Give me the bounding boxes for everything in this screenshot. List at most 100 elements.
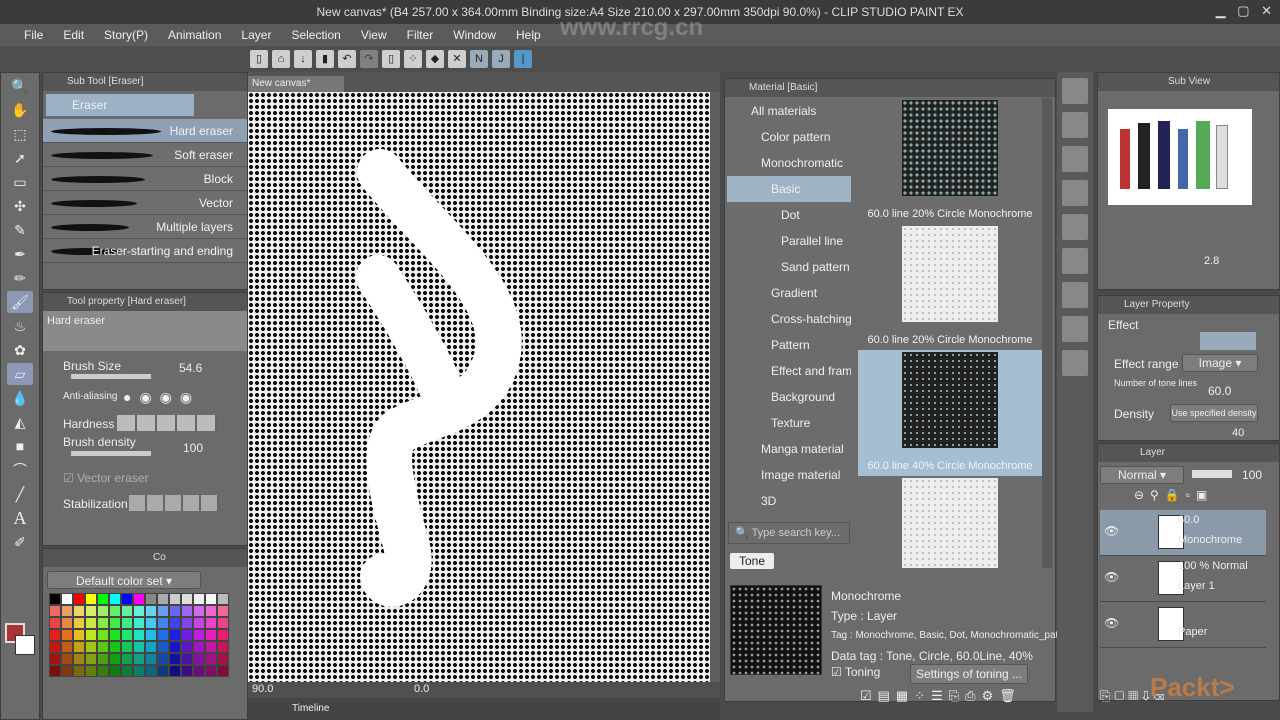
color-swatch[interactable] — [193, 605, 205, 617]
vector-eraser-label[interactable]: Vector eraser — [77, 471, 148, 485]
color-swatch[interactable] — [133, 665, 145, 677]
auto-select-icon[interactable]: ✣ — [7, 195, 33, 217]
color-swatch[interactable] — [133, 605, 145, 617]
color-swatch[interactable] — [109, 653, 121, 665]
sub-tool-item[interactable]: Soft eraser — [43, 143, 247, 167]
ruler-panel-icon[interactable] — [1062, 146, 1088, 172]
color-swatch[interactable] — [133, 617, 145, 629]
layer-row[interactable]: 👁 100 % Normal Layer 1 — [1100, 556, 1266, 602]
material-tree-item[interactable]: Monochromatic — [727, 150, 851, 176]
material-item[interactable] — [858, 476, 1042, 568]
hand-tool-icon[interactable]: ✋ — [7, 99, 33, 121]
undo-icon[interactable]: ↶ — [338, 50, 356, 68]
brush-density-value[interactable]: 100 — [183, 441, 203, 455]
fill-tool-icon[interactable]: ◭ — [7, 411, 33, 433]
sub-tool-item[interactable]: Multiple layers — [43, 215, 247, 239]
color-swatch[interactable] — [145, 617, 157, 629]
color-swatch[interactable] — [145, 629, 157, 641]
color-swatch[interactable] — [193, 665, 205, 677]
material-tree-item[interactable]: Color pattern — [727, 124, 851, 150]
settings-of-toning-button[interactable]: Settings of toning ... — [910, 664, 1028, 684]
brush-size-value[interactable]: 54.6 — [179, 361, 202, 375]
color-swatch[interactable] — [193, 593, 205, 605]
menu-layer[interactable]: Layer — [231, 24, 281, 46]
layer-row[interactable]: 👁 60.0 Monochrome — [1100, 510, 1266, 556]
material-tree-item[interactable]: Pattern — [727, 332, 851, 358]
color-swatch[interactable] — [157, 653, 169, 665]
color-swatch[interactable] — [145, 605, 157, 617]
color-swatch[interactable] — [85, 641, 97, 653]
color-swatch[interactable] — [49, 665, 61, 677]
color-swatch[interactable] — [181, 653, 193, 665]
blend-tool-icon[interactable]: 💧 — [7, 387, 33, 409]
color-swatch[interactable] — [61, 617, 73, 629]
color-swatch[interactable] — [97, 617, 109, 629]
color-swatch[interactable] — [205, 629, 217, 641]
opacity-value[interactable]: 100 — [1242, 468, 1262, 482]
color-swatch[interactable] — [61, 605, 73, 617]
effect-range-dropdown[interactable]: Image ▾ — [1182, 354, 1258, 372]
color-swatch[interactable] — [121, 593, 133, 605]
color-swatch[interactable] — [61, 653, 73, 665]
color-swatch[interactable] — [181, 629, 193, 641]
menu-help[interactable]: Help — [506, 24, 551, 46]
material-tree-item[interactable]: Texture — [727, 410, 851, 436]
color-swatch[interactable] — [217, 665, 229, 677]
color-swatch[interactable] — [109, 641, 121, 653]
material-tree-item[interactable]: Basic — [727, 176, 851, 202]
open-icon[interactable]: ⌂ — [272, 50, 290, 68]
pencil-tool-icon[interactable]: ✏ — [7, 267, 33, 289]
color-swatch[interactable] — [121, 641, 133, 653]
menu-storyp[interactable]: Story(P) — [94, 24, 158, 46]
snap-ruler-icon[interactable]: N — [470, 50, 488, 68]
material-tree-item[interactable]: Image material — [727, 462, 851, 488]
color-swatch[interactable] — [157, 617, 169, 629]
quick-access-panel-icon[interactable] — [1062, 316, 1088, 342]
color-palette[interactable] — [49, 593, 241, 677]
color-swatch[interactable] — [61, 665, 73, 677]
rotation-value[interactable]: 0.0 — [414, 683, 429, 695]
material-tree-item[interactable]: All materials — [727, 98, 851, 124]
layer-search-panel-icon[interactable] — [1062, 214, 1088, 240]
drawing-canvas[interactable] — [248, 92, 710, 682]
menu-animation[interactable]: Animation — [158, 24, 231, 46]
color-swatch[interactable] — [85, 653, 97, 665]
new-icon[interactable]: ▯ — [250, 50, 268, 68]
transform-icon[interactable]: ✕ — [448, 50, 466, 68]
sub-tool-tab[interactable]: Sub Tool [Eraser] — [43, 73, 247, 91]
layer-property-tab[interactable]: Layer Property — [1098, 296, 1279, 314]
zoom-tool-icon[interactable]: 🔍 — [7, 75, 33, 97]
color-swatch[interactable] — [205, 641, 217, 653]
tool-property-tab[interactable]: Tool property [Hard eraser] — [43, 293, 247, 311]
select-icon[interactable]: ⁘ — [404, 50, 422, 68]
density-value[interactable]: 40 — [1232, 427, 1244, 439]
color-swatch[interactable] — [217, 617, 229, 629]
color-swatch[interactable] — [169, 593, 181, 605]
color-swatch[interactable] — [145, 653, 157, 665]
color-swatch[interactable] — [205, 605, 217, 617]
material-footer-icons[interactable]: ☑▤▦⁘☰⎘⎙⚙🗑 — [860, 688, 1022, 704]
color-swatch[interactable] — [85, 629, 97, 641]
sub-tool-item[interactable]: Block — [43, 167, 247, 191]
color-set-tab[interactable]: Co — [43, 549, 247, 567]
color-swatch[interactable] — [49, 593, 61, 605]
color-swatch[interactable] — [169, 665, 181, 677]
material-item[interactable]: 60.0 line 20% Circle Monochrome — [858, 224, 1042, 350]
color-swatch[interactable] — [121, 605, 133, 617]
color-swatch[interactable] — [49, 605, 61, 617]
color-swatch[interactable] — [157, 629, 169, 641]
canvas-tab[interactable]: New canvas* — [248, 76, 344, 92]
gradient-tool-icon[interactable]: ■ — [7, 435, 33, 457]
brush-tool-icon[interactable]: 🖌 — [7, 291, 33, 313]
color-swatch[interactable] — [181, 617, 193, 629]
color-swatch[interactable] — [121, 629, 133, 641]
material-search-input[interactable]: 🔍 Type search key... — [728, 522, 850, 544]
line-tool-icon[interactable]: ╱ — [7, 483, 33, 505]
operation-tool-icon[interactable]: ⬚ — [7, 123, 33, 145]
eye-icon[interactable]: 👁 — [1104, 570, 1119, 584]
layer-tool-icons[interactable]: ⊖⚲🔒▫▣ — [1134, 488, 1213, 502]
color-swatch[interactable] — [181, 605, 193, 617]
color-swatch[interactable] — [97, 629, 109, 641]
color-swatch[interactable] — [193, 629, 205, 641]
color-swatch[interactable] — [205, 617, 217, 629]
